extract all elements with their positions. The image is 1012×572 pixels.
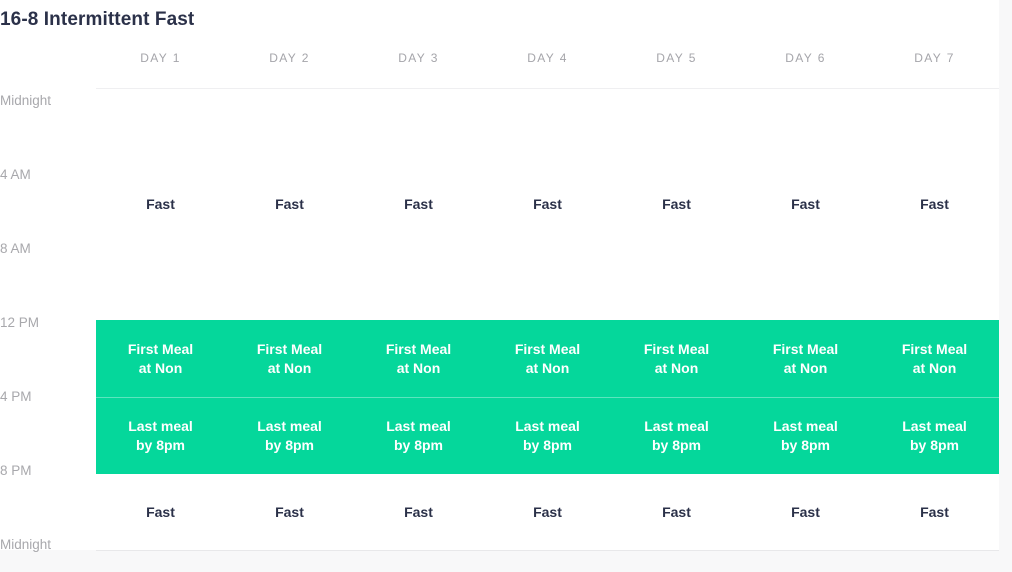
x-axis-label-day-1: DAY 1 bbox=[140, 51, 181, 65]
fast-label: Fast bbox=[662, 503, 691, 520]
fast-label: Fast bbox=[662, 196, 691, 213]
last-meal-block[interactable]: Last meal by 8pm bbox=[354, 397, 483, 474]
fast-label: Fast bbox=[146, 503, 175, 520]
first-meal-block[interactable]: First Meal at Non bbox=[741, 320, 870, 397]
first-meal-label: First Meal at Non bbox=[772, 340, 839, 376]
y-axis-label-midnight-top: Midnight bbox=[0, 93, 52, 108]
chart-plot-area: Fast First Meal at Non Last meal by 8pm … bbox=[96, 89, 999, 550]
fast-label: Fast bbox=[920, 196, 949, 213]
fast-block-morning[interactable]: Fast bbox=[741, 89, 870, 320]
first-meal-label: First Meal at Non bbox=[643, 340, 710, 376]
page-background-right bbox=[999, 0, 1012, 572]
fast-label: Fast bbox=[920, 503, 949, 520]
last-meal-label: Last meal by 8pm bbox=[386, 418, 451, 453]
day-column-1: Fast First Meal at Non Last meal by 8pm … bbox=[96, 89, 225, 550]
fast-label: Fast bbox=[404, 196, 433, 213]
last-meal-label: Last meal by 8pm bbox=[644, 418, 709, 453]
day-column-4: Fast First Meal at Non Last meal by 8pm … bbox=[483, 89, 612, 550]
fast-label: Fast bbox=[404, 503, 433, 520]
fast-label: Fast bbox=[791, 196, 820, 213]
first-meal-block[interactable]: First Meal at Non bbox=[870, 320, 999, 397]
fast-block-evening[interactable]: Fast bbox=[96, 474, 225, 550]
fast-block-morning[interactable]: Fast bbox=[612, 89, 741, 320]
first-meal-block[interactable]: First Meal at Non bbox=[225, 320, 354, 397]
fast-label: Fast bbox=[146, 196, 175, 213]
x-axis-label-day-2: DAY 2 bbox=[269, 51, 310, 65]
fast-label: Fast bbox=[275, 503, 304, 520]
last-meal-label: Last meal by 8pm bbox=[257, 418, 322, 453]
day-column-5: Fast First Meal at Non Last meal by 8pm … bbox=[612, 89, 741, 550]
fast-label: Fast bbox=[791, 503, 820, 520]
fast-block-evening[interactable]: Fast bbox=[225, 474, 354, 550]
first-meal-label: First Meal at Non bbox=[256, 340, 323, 376]
day-column-7: Fast First Meal at Non Last meal by 8pm … bbox=[870, 89, 999, 550]
fast-block-morning[interactable]: Fast bbox=[870, 89, 999, 320]
first-meal-block[interactable]: First Meal at Non bbox=[96, 320, 225, 397]
fast-block-evening[interactable]: Fast bbox=[870, 474, 999, 550]
fast-block-morning[interactable]: Fast bbox=[354, 89, 483, 320]
y-axis-label-4am: 4 AM bbox=[0, 167, 31, 182]
fast-block-evening[interactable]: Fast bbox=[612, 474, 741, 550]
last-meal-block[interactable]: Last meal by 8pm bbox=[741, 397, 870, 474]
y-axis-label-8pm: 8 PM bbox=[0, 463, 32, 478]
page-background-bottom bbox=[0, 550, 1012, 572]
x-axis-label-day-3: DAY 3 bbox=[398, 51, 439, 65]
y-axis-label-8am: 8 AM bbox=[0, 241, 31, 256]
fast-block-evening[interactable]: Fast bbox=[483, 474, 612, 550]
last-meal-block[interactable]: Last meal by 8pm bbox=[96, 397, 225, 474]
last-meal-block[interactable]: Last meal by 8pm bbox=[483, 397, 612, 474]
fast-label: Fast bbox=[275, 196, 304, 213]
last-meal-block[interactable]: Last meal by 8pm bbox=[225, 397, 354, 474]
fast-label: Fast bbox=[533, 503, 562, 520]
last-meal-block[interactable]: Last meal by 8pm bbox=[612, 397, 741, 474]
grid-bottom-border bbox=[96, 550, 999, 551]
first-meal-block[interactable]: First Meal at Non bbox=[483, 320, 612, 397]
fast-block-morning[interactable]: Fast bbox=[96, 89, 225, 320]
fast-block-evening[interactable]: Fast bbox=[354, 474, 483, 550]
day-column-3: Fast First Meal at Non Last meal by 8pm … bbox=[354, 89, 483, 550]
first-meal-label: First Meal at Non bbox=[901, 340, 968, 376]
fast-block-morning[interactable]: Fast bbox=[225, 89, 354, 320]
intermittent-fasting-schedule-chart: 16-8 Intermittent Fast Midnight 4 AM 8 A… bbox=[0, 0, 1012, 572]
page-title: 16-8 Intermittent Fast bbox=[0, 9, 195, 30]
x-axis-label-day-7: DAY 7 bbox=[914, 51, 955, 65]
day-column-6: Fast First Meal at Non Last meal by 8pm … bbox=[741, 89, 870, 550]
fast-label: Fast bbox=[533, 196, 562, 213]
y-axis-label-midnight-bottom: Midnight bbox=[0, 537, 52, 552]
y-axis-label-4pm: 4 PM bbox=[0, 389, 32, 404]
first-meal-block[interactable]: First Meal at Non bbox=[612, 320, 741, 397]
last-meal-label: Last meal by 8pm bbox=[773, 418, 838, 453]
first-meal-label: First Meal at Non bbox=[514, 340, 581, 376]
last-meal-label: Last meal by 8pm bbox=[902, 418, 967, 453]
first-meal-block[interactable]: First Meal at Non bbox=[354, 320, 483, 397]
fast-block-morning[interactable]: Fast bbox=[483, 89, 612, 320]
x-axis-label-day-6: DAY 6 bbox=[785, 51, 826, 65]
x-axis-label-day-5: DAY 5 bbox=[656, 51, 697, 65]
last-meal-block[interactable]: Last meal by 8pm bbox=[870, 397, 999, 474]
last-meal-label: Last meal by 8pm bbox=[128, 418, 193, 453]
fast-block-evening[interactable]: Fast bbox=[741, 474, 870, 550]
x-axis-label-day-4: DAY 4 bbox=[527, 51, 568, 65]
first-meal-label: First Meal at Non bbox=[385, 340, 452, 376]
y-axis-label-12pm: 12 PM bbox=[0, 315, 40, 330]
day-column-2: Fast First Meal at Non Last meal by 8pm … bbox=[225, 89, 354, 550]
first-meal-label: First Meal at Non bbox=[127, 340, 194, 376]
last-meal-label: Last meal by 8pm bbox=[515, 418, 580, 453]
